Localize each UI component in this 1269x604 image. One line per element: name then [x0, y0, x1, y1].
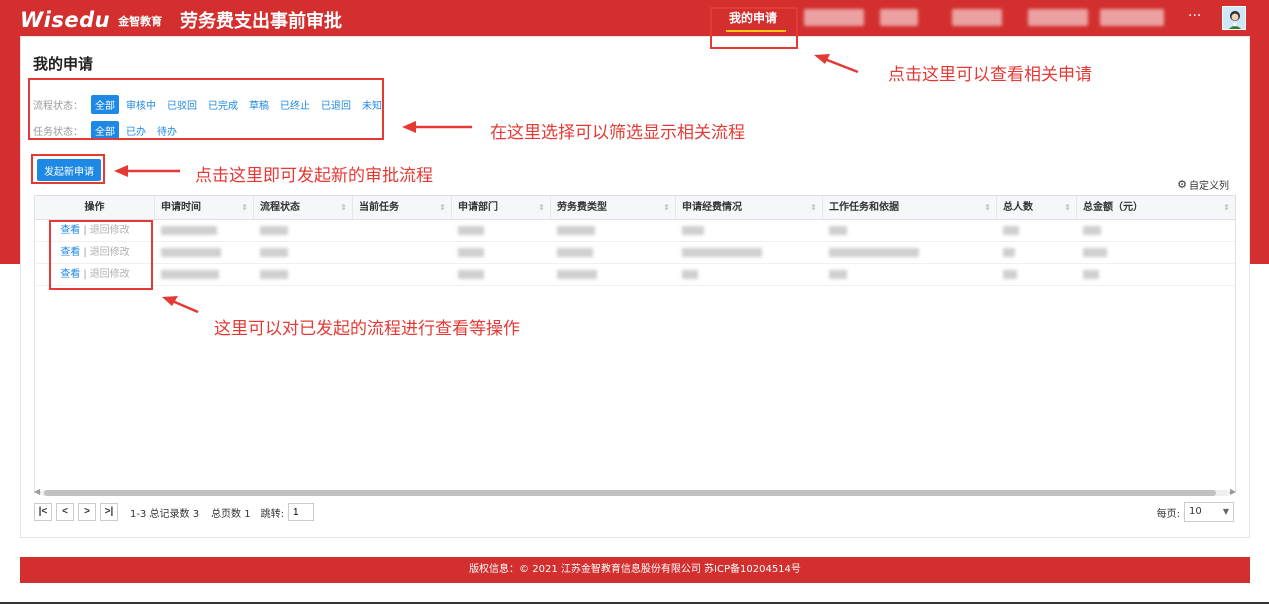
- annotation-ops: 这里可以对已发起的流程进行查看等操作: [214, 319, 520, 339]
- annotation-nav: 点击这里可以查看相关申请: [888, 65, 1092, 85]
- annotation-arrows: [114, 54, 859, 314]
- annotation-filter: 在这里选择可以筛选显示相关流程: [490, 123, 745, 143]
- annotation-new: 点击这里即可发起新的审批流程: [195, 166, 433, 186]
